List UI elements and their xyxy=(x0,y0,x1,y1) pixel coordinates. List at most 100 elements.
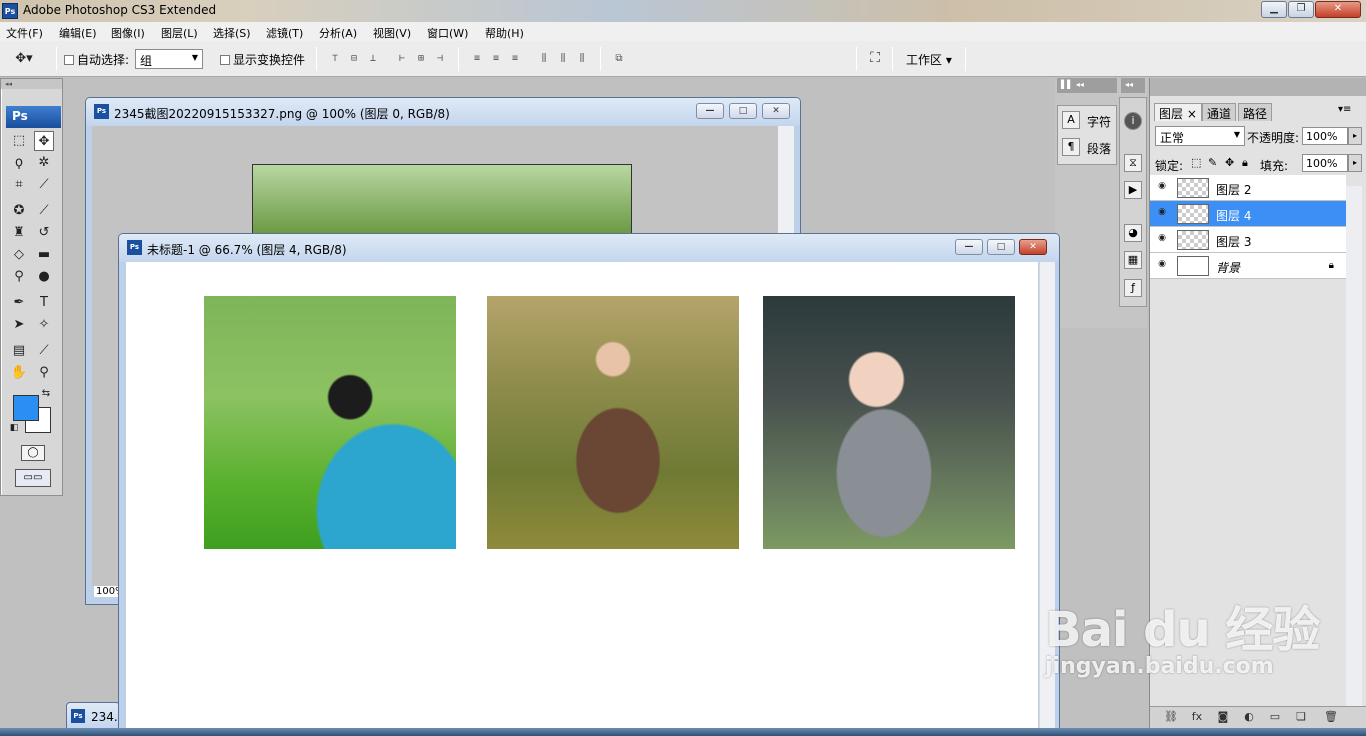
show-transform-checkbox[interactable] xyxy=(220,55,230,65)
new-group-icon[interactable]: ▭ xyxy=(1266,710,1284,726)
fill-slider-arrow[interactable]: ▸ xyxy=(1348,154,1362,172)
tab-layers[interactable]: 图层 × xyxy=(1154,103,1202,121)
dock-header[interactable]: ◂◂ xyxy=(1121,78,1145,93)
zoom-tool-icon[interactable]: ⚲ xyxy=(34,363,54,383)
menu-analysis[interactable]: 分析(A) xyxy=(319,25,357,41)
eye-icon[interactable]: ◉ xyxy=(1155,259,1169,271)
layer-row[interactable]: ◉ 图层 2 xyxy=(1150,175,1346,201)
new-layer-icon[interactable]: ❏ xyxy=(1292,710,1310,726)
document-canvas[interactable] xyxy=(126,262,1038,735)
auto-select-dropdown[interactable]: 组 ▼ xyxy=(135,49,203,69)
menu-image[interactable]: 图像(I) xyxy=(111,25,145,41)
blend-mode-dropdown[interactable]: 正常 ▼ xyxy=(1155,126,1245,146)
menu-filter[interactable]: 滤镜(T) xyxy=(266,25,303,41)
layer-style-icon[interactable]: fx xyxy=(1188,710,1206,726)
align-right-icon[interactable]: ⊣ xyxy=(433,52,447,66)
auto-select-checkbox[interactable] xyxy=(64,55,74,65)
workspace-menu-button[interactable]: 工作区 ▾ xyxy=(900,49,960,69)
path-selection-tool-icon[interactable]: ➤ xyxy=(9,315,29,335)
distribute-right-icon[interactable]: ⫼ xyxy=(575,52,589,66)
restore-document-button[interactable]: □ xyxy=(729,103,757,119)
brush-tool-icon[interactable]: ⟋ xyxy=(34,201,54,221)
align-vcenter-icon[interactable]: ⊟ xyxy=(347,52,361,66)
close-icon[interactable]: × xyxy=(1187,107,1197,121)
move-tool-icon[interactable]: ✥ xyxy=(34,131,54,151)
minimize-window-button[interactable]: ▁ xyxy=(1261,1,1287,18)
auto-align-layers-icon[interactable]: ⧉ xyxy=(612,52,626,66)
history-icon[interactable]: ⧖ xyxy=(1124,154,1142,172)
eye-icon[interactable]: ◉ xyxy=(1155,233,1169,245)
add-mask-icon[interactable]: ◙ xyxy=(1214,710,1232,726)
default-colors-icon[interactable]: ◧ xyxy=(7,421,21,435)
paragraph-icon[interactable]: ¶ xyxy=(1062,138,1080,156)
toolbox-grip[interactable]: ◂◂ xyxy=(1,79,62,89)
layer-row[interactable]: ◉ 图层 3 xyxy=(1150,227,1346,253)
delete-layer-icon[interactable]: 🗑︎ xyxy=(1322,710,1340,726)
align-hcenter-icon[interactable]: ⊞ xyxy=(414,52,428,66)
eye-icon[interactable]: ◉ xyxy=(1155,181,1169,193)
ps-badge[interactable]: Ps xyxy=(6,106,61,128)
pen-tool-icon[interactable]: ✒ xyxy=(9,293,29,313)
distribute-top-icon[interactable]: ≡ xyxy=(470,52,484,66)
quick-mask-button[interactable]: ◯ xyxy=(21,445,45,461)
info-icon[interactable]: i xyxy=(1124,112,1142,130)
align-left-icon[interactable]: ⊢ xyxy=(395,52,409,66)
close-window-button[interactable]: ✕ xyxy=(1315,1,1361,18)
clone-stamp-tool-icon[interactable]: ♜ xyxy=(9,223,29,243)
magic-wand-tool-icon[interactable]: ✲ xyxy=(34,153,54,173)
move-tool-preset-icon[interactable]: ✥▾ xyxy=(14,49,34,69)
distribute-hcenter-icon[interactable]: ⫼ xyxy=(556,52,570,66)
styles-icon[interactable]: ƒ xyxy=(1124,279,1142,297)
distribute-vcenter-icon[interactable]: ≡ xyxy=(489,52,503,66)
menu-help[interactable]: 帮助(H) xyxy=(485,25,524,41)
restore-document-button[interactable]: □ xyxy=(987,239,1015,255)
layer-row-selected[interactable]: ◉ 图层 4 xyxy=(1150,201,1346,227)
photo-woman-portrait[interactable] xyxy=(763,296,1015,549)
opacity-input[interactable]: 100% xyxy=(1302,127,1348,145)
swap-colors-icon[interactable]: ⇆ xyxy=(39,387,53,401)
eye-icon[interactable]: ◉ xyxy=(1155,207,1169,219)
opacity-slider-arrow[interactable]: ▸ xyxy=(1348,127,1362,145)
crop-tool-icon[interactable]: ⌗ xyxy=(9,175,29,195)
close-document-button[interactable]: ✕ xyxy=(762,103,790,119)
bridge-icon[interactable]: ⛶ xyxy=(864,50,886,68)
minimized-document[interactable]: Ps 234... xyxy=(66,702,125,730)
restore-window-button[interactable]: ❐ xyxy=(1288,1,1314,18)
tab-channels[interactable]: 通道 xyxy=(1202,103,1237,121)
fill-input[interactable]: 100% xyxy=(1302,154,1348,172)
foreground-color-swatch[interactable] xyxy=(13,395,39,421)
color-icon[interactable]: ◕ xyxy=(1124,224,1142,242)
distribute-left-icon[interactable]: ⫼ xyxy=(537,52,551,66)
eyedropper-tool-icon[interactable]: ⟋ xyxy=(34,341,54,361)
align-bottom-icon[interactable]: ⊥ xyxy=(366,52,380,66)
adjustment-layer-icon[interactable]: ◐ xyxy=(1240,710,1258,726)
notes-tool-icon[interactable]: ▤ xyxy=(9,341,29,361)
align-top-icon[interactable]: ⊤ xyxy=(328,52,342,66)
dodge-tool-icon[interactable]: ● xyxy=(34,267,54,287)
lock-pixels-icon[interactable]: ✎ xyxy=(1208,156,1217,169)
lock-position-icon[interactable]: ✥ xyxy=(1225,156,1234,169)
minimize-document-button[interactable]: — xyxy=(955,239,983,255)
minimize-document-button[interactable]: — xyxy=(696,103,724,119)
healing-brush-tool-icon[interactable]: ✪ xyxy=(9,201,29,221)
document-titlebar[interactable]: Ps 2345截图20220915153327.png @ 100% (图层 0… xyxy=(86,98,800,126)
paragraph-label[interactable]: 段落 xyxy=(1087,140,1111,157)
menu-select[interactable]: 选择(S) xyxy=(213,25,251,41)
photo-woman-in-grass[interactable] xyxy=(487,296,739,549)
os-taskbar[interactable] xyxy=(0,728,1366,736)
character-icon[interactable]: A xyxy=(1062,111,1080,129)
menu-window[interactable]: 窗口(W) xyxy=(427,25,468,41)
menu-file[interactable]: 文件(F) xyxy=(6,25,43,41)
lasso-tool-icon[interactable]: ϙ xyxy=(9,153,29,173)
close-document-button[interactable]: ✕ xyxy=(1019,239,1047,255)
character-label[interactable]: 字符 xyxy=(1087,113,1111,130)
history-brush-tool-icon[interactable]: ↺ xyxy=(34,223,54,243)
swatches-icon[interactable]: ▦ xyxy=(1124,251,1142,269)
menu-edit[interactable]: 编辑(E) xyxy=(59,25,97,41)
hand-tool-icon[interactable]: ✋ xyxy=(9,363,29,383)
lock-all-icon[interactable]: 🔒︎ xyxy=(1242,156,1248,170)
panel-header[interactable] xyxy=(1150,78,1366,96)
tab-paths[interactable]: 路径 xyxy=(1238,103,1273,121)
screen-mode-button[interactable]: ▭▭ xyxy=(15,469,51,487)
blur-tool-icon[interactable]: ⚲ xyxy=(9,267,29,287)
